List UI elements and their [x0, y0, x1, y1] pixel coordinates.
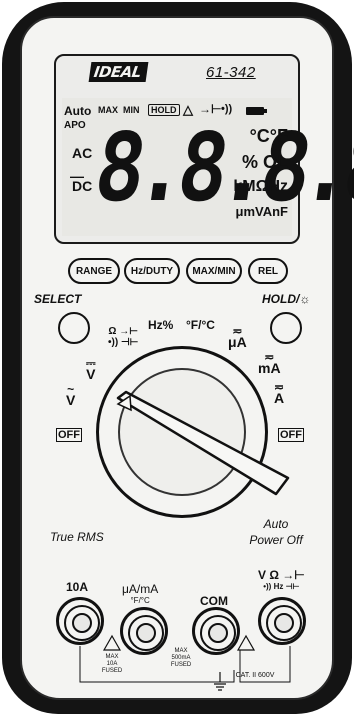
- jack-markings: [79, 634, 291, 691]
- fuse-10a-note: MAX 10A FUSED: [101, 654, 123, 674]
- fuse-500ma-note: MAX 500mA FUSED: [170, 648, 192, 668]
- cat-rating-label: CAT. II 600V: [235, 672, 275, 679]
- ground-icon: [214, 672, 226, 691]
- warning-triangle-right: [236, 634, 256, 651]
- warning-triangle-left: [102, 634, 122, 651]
